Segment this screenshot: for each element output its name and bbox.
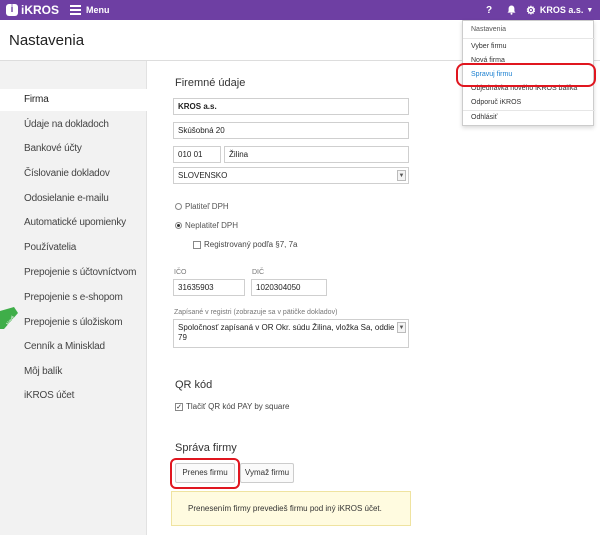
checkbox-icon (193, 240, 201, 249)
sidebar-item-bankove-ucty[interactable]: Bankové účty (0, 138, 147, 160)
country-value: SLOVENSKO (178, 171, 228, 180)
ico-field[interactable]: 31635903 (173, 279, 245, 296)
registered-label: Registrovaný podľa §7, 7a (204, 240, 298, 249)
logo-mark-icon: i (6, 4, 18, 16)
registry-line-2: 79 (178, 333, 187, 342)
help-button[interactable]: ? (478, 0, 500, 20)
sidebar-item-pouzivatelia[interactable]: Používatelia (0, 237, 147, 259)
registry-label: Zapísané v registri (zobrazuje sa v päti… (174, 309, 338, 316)
sidebar-item-udaje-na-dokladoch[interactable]: Údaje na dokladoch (0, 114, 147, 136)
menu-button[interactable]: Menu (70, 3, 110, 17)
new-ribbon-icon: Nové (0, 307, 18, 329)
registry-textarea[interactable]: Spoločnosť zapísaná v OR Okr. súdu Žilin… (173, 319, 409, 348)
dic-label: DIČ (252, 269, 265, 276)
company-dropdown-menu: Nastavenia Vyber firmu Nová firma Spravu… (462, 20, 595, 126)
company-label: KROS a.s. (539, 5, 584, 15)
print-qr-checkbox[interactable]: ✓ Tlačiť QR kód PAY by square (175, 402, 290, 411)
vat-payer-radio[interactable]: Platiteľ DPH (175, 202, 229, 211)
zip-field[interactable]: 010 01 (173, 146, 221, 163)
transfer-firm-button[interactable]: Prenes firmu (175, 463, 235, 483)
dic-field[interactable]: 1020304050 (251, 279, 327, 296)
transfer-info-box: Prenesením firmy prevedieš firmu pod iný… (171, 491, 411, 526)
bell-icon (507, 5, 515, 15)
menu-label: Menu (86, 5, 110, 15)
radio-selected-icon (175, 222, 182, 229)
manage-section-title: Správa firmy (175, 442, 237, 454)
notifications-button[interactable] (500, 0, 522, 20)
street-field[interactable]: Skúšobná 20 (173, 122, 409, 139)
company-menu-button[interactable]: ⚙ KROS a.s. ▼ (526, 0, 600, 20)
registered-checkbox[interactable]: Registrovaný podľa §7, 7a (193, 240, 298, 249)
country-select[interactable]: SLOVENSKO ▼ (173, 167, 409, 184)
settings-sidebar: Firma Údaje na dokladoch Bankové účty Čí… (0, 61, 147, 535)
print-qr-label: Tlačiť QR kód PAY by square (186, 402, 290, 411)
sidebar-item-ikros-ucet[interactable]: iKROS účet (0, 385, 147, 407)
firm-section-title: Firemné údaje (175, 77, 246, 89)
sidebar-item-firma[interactable]: Firma (0, 89, 147, 111)
delete-firm-button[interactable]: Vymaž firmu (240, 463, 294, 483)
checkbox-checked-icon: ✓ (175, 402, 183, 411)
hamburger-icon (70, 3, 81, 17)
page-title: Nastavenia (9, 32, 85, 49)
sidebar-item-prepojenie-uloziskom[interactable]: Prepojenie s úložiskom (0, 312, 147, 334)
sidebar-item-cislovanie-dokladov[interactable]: Číslovanie dokladov (0, 163, 147, 185)
sidebar-item-cennik-minisklad[interactable]: Cenník a Minisklad (0, 336, 147, 358)
city-field[interactable]: Žilina (224, 146, 409, 163)
chevron-down-icon: ▼ (586, 6, 594, 14)
dropdown-item-recommend[interactable]: Odporuč iKROS (463, 96, 595, 110)
settings-content: Firemné údaje KROS a.s. Skúšobná 20 010 … (148, 61, 600, 535)
non-vat-payer-label: Neplatiteľ DPH (185, 221, 239, 230)
sidebar-item-prepojenie-uctovnictvo[interactable]: Prepojenie s účtovníctvom (0, 262, 147, 284)
non-vat-payer-radio[interactable]: Neplatiteľ DPH (175, 221, 238, 230)
radio-icon (175, 203, 182, 210)
sidebar-item-prepojenie-eshop[interactable]: Prepojenie s e-shopom (0, 287, 147, 309)
dropdown-item-logout[interactable]: Odhlásiť (463, 111, 595, 125)
sidebar-item-moj-balik[interactable]: Môj balík (0, 361, 147, 383)
ikros-logo[interactable]: i iKROS (6, 2, 59, 18)
dropdown-divider (463, 38, 595, 39)
qr-section-title: QR kód (175, 379, 213, 391)
help-label: ? (485, 4, 493, 16)
dropdown-item-order-package[interactable]: Objednávka nového iKROS balíka (463, 82, 595, 96)
gear-icon: ⚙ (526, 4, 536, 17)
dropdown-item-select-firm[interactable]: Vyber firmu (463, 40, 595, 54)
dropdown-item-new-firm[interactable]: Nová firma (463, 54, 595, 68)
dropdown-header-settings[interactable]: Nastavenia (463, 23, 595, 37)
company-name-field[interactable]: KROS a.s. (173, 98, 409, 115)
top-bar: i iKROS Menu ? ⚙ KROS a.s. ▼ (0, 0, 600, 20)
chevron-down-icon: ▼ (397, 322, 406, 333)
logo-text: iKROS (21, 3, 60, 17)
registry-line-1: Spoločnosť zapísaná v OR Okr. súdu Žilin… (178, 323, 394, 332)
ico-label: IČO (174, 269, 187, 276)
vat-payer-label: Platiteľ DPH (185, 202, 229, 211)
dropdown-item-manage-firm[interactable]: Spravuj firmu (463, 68, 595, 82)
chevron-down-icon: ▼ (397, 170, 406, 181)
sidebar-item-automaticke-upomienky[interactable]: Automatické upomienky (0, 212, 147, 234)
sidebar-item-odosielanie-emailu[interactable]: Odosielanie e-mailu (0, 188, 147, 210)
